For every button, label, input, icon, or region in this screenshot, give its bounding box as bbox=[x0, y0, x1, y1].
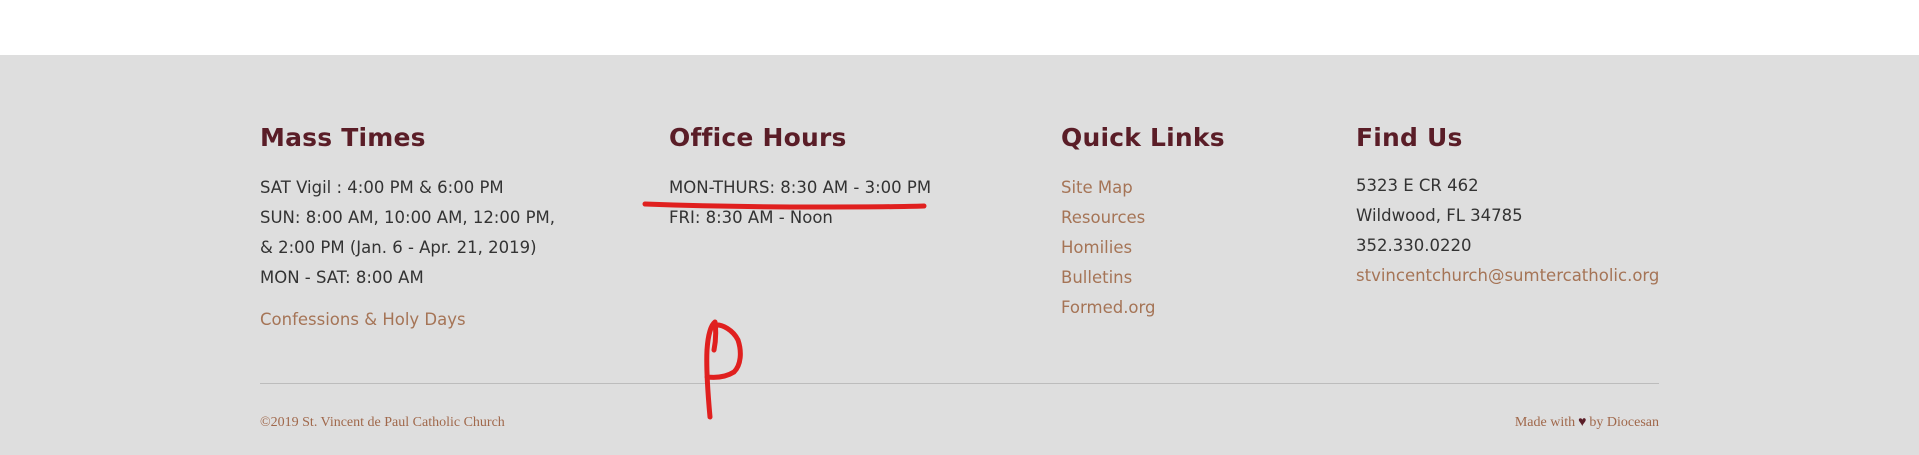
office-hours-line: MON-THURS: 8:30 AM - 3:00 PM bbox=[669, 178, 932, 197]
address-line-1: 5323 E CR 462 bbox=[1356, 176, 1479, 195]
mass-times-list: SAT Vigil : 4:00 PM & 6:00 PM SUN: 8:00 … bbox=[260, 173, 555, 293]
quick-link-bulletins[interactable]: Bulletins bbox=[1061, 263, 1225, 293]
office-hours-list: MON-THURS: 8:30 AM - 3:00 PM FRI: 8:30 A… bbox=[669, 173, 931, 233]
site-footer: Mass Times SAT Vigil : 4:00 PM & 6:00 PM… bbox=[0, 55, 1919, 455]
quick-links-list: Site Map Resources Homilies Bulletins Fo… bbox=[1061, 173, 1225, 323]
page-top-area bbox=[0, 0, 1919, 55]
mass-time-line: MON - SAT: 8:00 AM bbox=[260, 268, 424, 287]
made-with-label: Made with bbox=[1514, 415, 1576, 430]
mass-times-section: Mass Times SAT Vigil : 4:00 PM & 6:00 PM… bbox=[260, 123, 555, 335]
find-us-details: 5323 E CR 462 Wildwood, FL 34785 352.330… bbox=[1356, 171, 1659, 291]
phone-number[interactable]: 352.330.0220 bbox=[1356, 231, 1659, 261]
mass-times-heading: Mass Times bbox=[260, 123, 426, 152]
heart-icon: ♥ bbox=[1578, 415, 1587, 430]
quick-link-site-map[interactable]: Site Map bbox=[1061, 173, 1225, 203]
find-us-section: Find Us 5323 E CR 462 Wildwood, FL 34785… bbox=[1356, 123, 1659, 291]
office-hours-line: FRI: 8:30 AM - Noon bbox=[669, 208, 833, 227]
diocesan-credit-link[interactable]: by Diocesan bbox=[1589, 415, 1659, 431]
quick-links-heading: Quick Links bbox=[1061, 123, 1225, 152]
mass-time-line: & 2:00 PM (Jan. 6 - Apr. 21, 2019) bbox=[260, 238, 537, 257]
address-line-2: Wildwood, FL 34785 bbox=[1356, 206, 1523, 225]
copyright-text: ©2019 St. Vincent de Paul Catholic Churc… bbox=[260, 415, 505, 430]
footer-divider bbox=[260, 383, 1659, 384]
mass-time-line: SAT Vigil : 4:00 PM & 6:00 PM bbox=[260, 178, 504, 197]
office-hours-heading: Office Hours bbox=[669, 123, 847, 152]
made-with-credit: Made with ♥ by Diocesan bbox=[1515, 415, 1659, 431]
quick-link-homilies[interactable]: Homilies bbox=[1061, 233, 1225, 263]
office-hours-section: Office Hours MON-THURS: 8:30 AM - 3:00 P… bbox=[669, 123, 931, 233]
email-link[interactable]: stvincentchurch@sumtercatholic.org bbox=[1356, 261, 1659, 291]
quick-link-resources[interactable]: Resources bbox=[1061, 203, 1225, 233]
quick-links-section: Quick Links Site Map Resources Homilies … bbox=[1061, 123, 1225, 323]
mass-time-line: SUN: 8:00 AM, 10:00 AM, 12:00 PM, bbox=[260, 208, 556, 227]
find-us-heading: Find Us bbox=[1356, 123, 1463, 152]
quick-link-formed[interactable]: Formed.org bbox=[1061, 293, 1225, 323]
confessions-link[interactable]: Confessions & Holy Days bbox=[260, 305, 555, 335]
